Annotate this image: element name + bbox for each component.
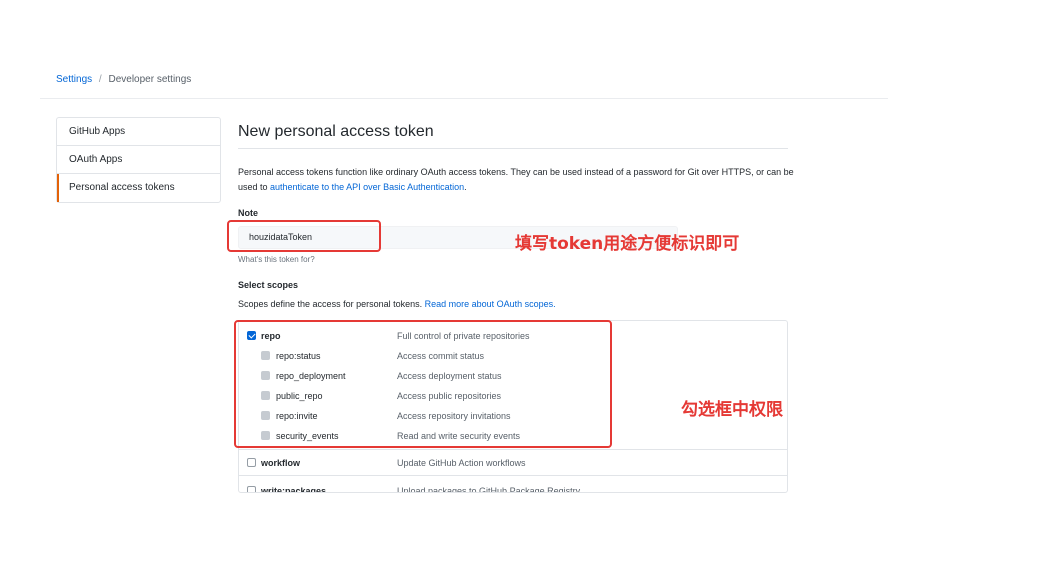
title-divider (238, 148, 788, 149)
intro-end: . (464, 182, 467, 192)
note-highlight-box (227, 220, 381, 252)
scope-divider (239, 475, 787, 476)
breadcrumb: Settings / Developer settings (56, 74, 191, 85)
scopes-annotation: 勾选框中权限 (681, 400, 783, 420)
breadcrumb-settings-link[interactable]: Settings (56, 74, 92, 85)
page-title: New personal access token (238, 123, 434, 140)
sidebar-item-personal-access-tokens[interactable]: Personal access tokens (57, 174, 220, 202)
scope-row-write-packages: write:packages Upload packages to GitHub… (239, 483, 787, 493)
select-scopes-label: Select scopes (238, 280, 299, 290)
scope-checkbox-write-packages[interactable] (247, 486, 256, 492)
breadcrumb-current: Developer settings (108, 74, 192, 85)
scope-name: workflow (261, 458, 301, 468)
header-divider (40, 98, 888, 99)
scope-desc: Update GitHub Action workflows (397, 458, 526, 468)
note-help-text: What's this token for? (238, 255, 315, 264)
scope-divider (239, 449, 787, 450)
basic-auth-link[interactable]: authenticate to the API over Basic Authe… (270, 182, 464, 192)
sidebar: GitHub Apps OAuth Apps Personal access t… (56, 117, 221, 203)
intro-paragraph: Personal access tokens function like ord… (238, 165, 798, 195)
scopes-highlight-box (234, 320, 612, 448)
scope-name: write:packages (261, 486, 327, 493)
scopes-desc-text: Scopes define the access for personal to… (238, 299, 425, 309)
scope-row-workflow: workflow Update GitHub Action workflows (239, 455, 787, 471)
scope-desc: Upload packages to GitHub Package Regist… (397, 486, 581, 493)
sidebar-item-github-apps[interactable]: GitHub Apps (57, 118, 220, 146)
oauth-scopes-link[interactable]: Read more about OAuth scopes. (425, 299, 556, 309)
scopes-description: Scopes define the access for personal to… (238, 299, 556, 309)
sidebar-item-oauth-apps[interactable]: OAuth Apps (57, 146, 220, 174)
breadcrumb-separator: / (98, 74, 102, 85)
note-label: Note (238, 208, 258, 218)
note-annotation: 填写token用途方便标识即可 (515, 234, 740, 254)
scope-checkbox-workflow[interactable] (247, 458, 256, 467)
